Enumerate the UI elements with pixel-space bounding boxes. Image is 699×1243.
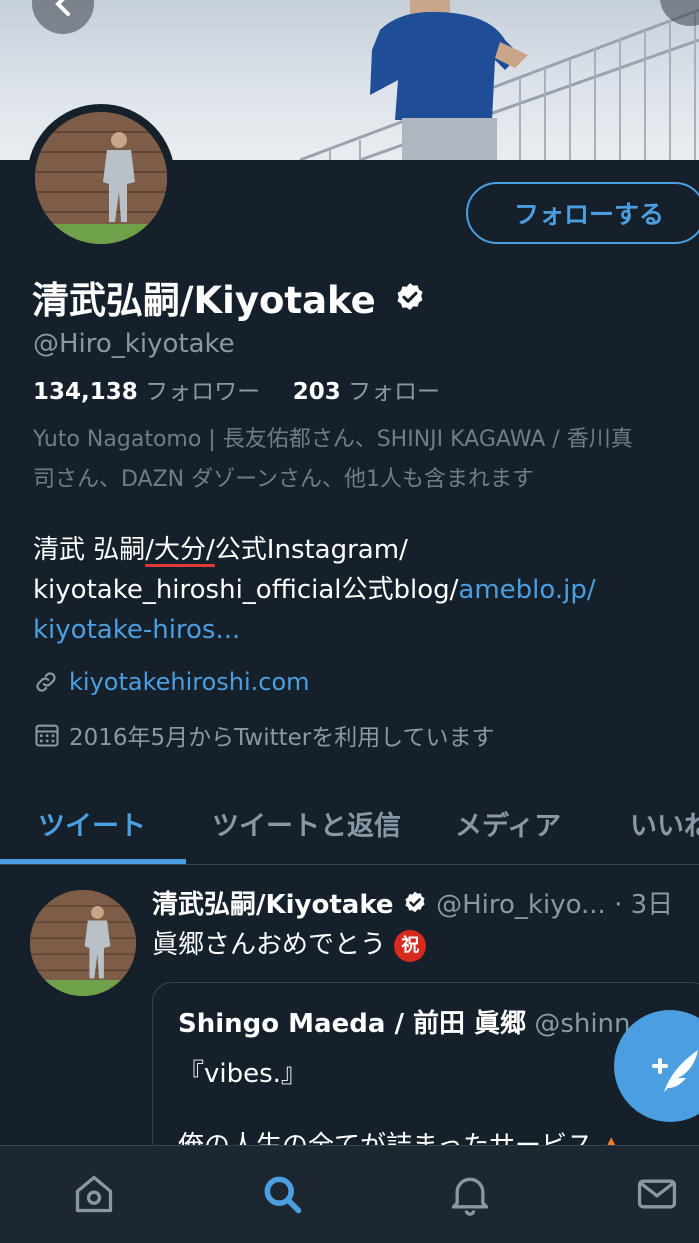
profile-display-name: 清武弘嗣/Kiyotake — [32, 270, 427, 324]
follow-button[interactable]: フォローする — [466, 182, 699, 244]
bottom-navigation — [0, 1145, 699, 1243]
bio-text: 清武 弘嗣 — [33, 535, 146, 565]
mutual-followers-line: 司さん、DAZN ダゾーンさん、他1人も含まれます — [33, 467, 535, 492]
avatar-photo — [35, 112, 167, 244]
mutual-followers[interactable]: Yuto Nagatomo | 長友佑都さん、SHINJI KAGAWA / 香… — [33, 420, 699, 500]
notifications-icon — [451, 1177, 489, 1216]
back-arrow-icon — [55, 0, 70, 16]
tweet-author-name[interactable]: 清武弘嗣/Kiyotake — [152, 890, 394, 920]
profile-joined-date: 2016年5月からTwitterを利用しています — [33, 718, 495, 752]
bio-text: kiyotake_hiroshi_official公式blog/ — [33, 575, 459, 605]
bio-link[interactable]: ameblo.jp/ — [458, 575, 595, 605]
tab-tweets-and-replies[interactable]: ツイートと返信 — [212, 804, 401, 843]
tab-tweets[interactable]: ツイート — [38, 804, 146, 843]
mutual-followers-line: Yuto Nagatomo | 長友佑都さん、SHINJI KAGAWA / 香… — [33, 427, 633, 452]
nav-home[interactable] — [72, 1172, 116, 1220]
quoted-tweet-header: Shingo Maeda / 前田 眞郷 @shinn — [178, 1003, 631, 1040]
active-tab-indicator — [0, 859, 186, 864]
messages-icon — [637, 1179, 677, 1209]
compose-tweet-button[interactable] — [614, 1010, 699, 1122]
profile-avatar[interactable] — [27, 104, 175, 252]
bio-link[interactable]: kiyotake-hiros... — [33, 615, 240, 645]
tab-media[interactable]: メディア — [455, 804, 561, 843]
website-link[interactable]: kiyotakehiroshi.com — [69, 668, 310, 696]
home-icon — [75, 1175, 113, 1213]
link-icon — [36, 672, 56, 692]
profile-handle: @Hiro_kiyotake — [33, 329, 235, 359]
verified-badge-icon — [397, 283, 423, 311]
following-label: フォロー — [348, 379, 441, 405]
verified-badge-icon — [405, 891, 425, 913]
back-button[interactable] — [32, 0, 94, 34]
tweet-avatar-photo — [30, 890, 136, 996]
nav-notifications[interactable] — [448, 1172, 492, 1220]
followers-count: 134,138 — [33, 379, 138, 405]
nav-search[interactable] — [260, 1172, 304, 1220]
search-icon — [264, 1176, 302, 1214]
quoted-tweet-text: 『vibes.』 — [178, 1059, 307, 1089]
tab-likes[interactable]: いいね — [630, 804, 699, 843]
bio-text: 公式Instagram/ — [214, 535, 408, 565]
quoted-author-name: Shingo Maeda / 前田 眞郷 — [178, 1009, 527, 1039]
followers-label: フォロワー — [145, 379, 261, 405]
tweet-body: 眞郷さんおめでとう — [152, 930, 387, 960]
profile-bio: 清武 弘嗣/大分/公式Instagram/ kiyotake_hiroshi_o… — [33, 530, 673, 650]
tweet-header: 清武弘嗣/Kiyotake @Hiro_kiyo... · 3日 — [152, 884, 673, 921]
nav-messages[interactable] — [635, 1172, 679, 1220]
profile-tabs: ツイート ツイートと返信 メディア いいね — [0, 790, 699, 865]
tweet-handle-time: @Hiro_kiyo... · 3日 — [436, 890, 674, 920]
bio-text-underlined: /大分/ — [145, 535, 215, 565]
follow-stats: 134,138 フォロワー 203 フォロー — [33, 372, 440, 406]
compose-tweet-icon — [652, 1050, 698, 1092]
profile-website[interactable]: kiyotakehiroshi.com — [33, 668, 310, 696]
celebration-emoji-icon: 祝 — [394, 929, 427, 962]
display-name-text: 清武弘嗣/Kiyotake — [32, 279, 376, 322]
joined-text: 2016年5月からTwitterを利用しています — [69, 725, 495, 751]
following-count: 203 — [292, 379, 341, 405]
tweet-avatar[interactable] — [30, 890, 136, 996]
followers-link[interactable]: 134,138 フォロワー — [33, 379, 260, 405]
calendar-icon — [35, 724, 59, 747]
following-link[interactable]: 203 フォロー — [293, 379, 440, 405]
tweet-text: 眞郷さんおめでとう 祝 — [152, 924, 427, 962]
